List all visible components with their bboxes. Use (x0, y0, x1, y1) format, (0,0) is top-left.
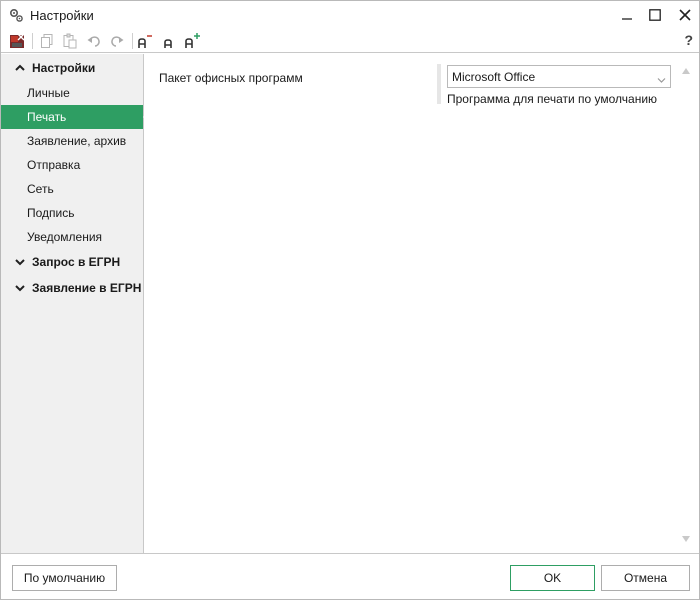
office-suite-select[interactable]: Microsoft Office (447, 65, 671, 88)
sidebar-item-label: Уведомления (27, 230, 103, 244)
font-increase-button[interactable] (182, 30, 204, 52)
field-hint: Программа для печати по умолчанию (447, 92, 658, 106)
paste-icon (63, 33, 77, 49)
settings-sidebar: Настройки Личные Печать Заявление, архив… (1, 54, 150, 553)
nav-group-label: Запрос в ЕГРН (32, 255, 121, 269)
sidebar-item-print[interactable]: Печать (1, 105, 150, 129)
undo-button[interactable] (83, 30, 105, 52)
exit-doc-icon (10, 33, 25, 48)
redo-button[interactable] (106, 30, 128, 52)
font-increase-icon (185, 33, 200, 48)
nav-group-label: Настройки (32, 61, 96, 75)
chevron-up-icon (14, 62, 26, 74)
ok-button[interactable]: OK (510, 565, 595, 591)
redo-icon (111, 36, 124, 47)
settings-window: Настройки ? Настройки Личные Печать Заяв… (0, 0, 700, 600)
chevron-down-icon (14, 256, 26, 268)
scroll-up-icon[interactable] (681, 64, 691, 78)
nav-group-settings[interactable]: Настройки (1, 55, 143, 81)
scroll-down-icon[interactable] (681, 532, 691, 546)
nav-group-egrn-request[interactable]: Запрос в ЕГРН (1, 249, 143, 275)
sidebar-item-label: Сеть (27, 182, 54, 196)
font-decrease-icon (138, 35, 152, 48)
office-suite-label: Пакет офисных программ (159, 71, 303, 85)
sidebar-item-label: Заявление, архив (27, 134, 127, 148)
sidebar-item-notifications[interactable]: Уведомления (1, 225, 143, 249)
settings-content: Пакет офисных программ Microsoft Office … (145, 54, 699, 553)
sidebar-item-label: Подпись (27, 206, 75, 220)
font-default-icon (164, 39, 172, 48)
nav-group-label: Заявление в ЕГРН (32, 281, 142, 295)
undo-icon (87, 36, 100, 47)
select-value: Microsoft Office (452, 69, 536, 84)
toolbar: ? (1, 29, 699, 53)
sidebar-item-label: Отправка (27, 158, 81, 172)
minimize-icon (622, 18, 632, 20)
title-bar: Настройки (1, 1, 699, 29)
dialog-footer: По умолчанию OK Отмена (1, 553, 699, 599)
sidebar-item-label: Печать (27, 110, 67, 124)
sidebar-item-personal[interactable]: Личные (1, 81, 143, 105)
sidebar-item-network[interactable]: Сеть (1, 177, 143, 201)
copy-button[interactable] (36, 30, 58, 52)
chevron-down-icon (657, 73, 666, 87)
sidebar-item-sending[interactable]: Отправка (1, 153, 143, 177)
copy-icon (41, 34, 53, 48)
gears-icon (9, 8, 24, 23)
chevron-down-icon (14, 282, 26, 294)
close-button[interactable] (667, 1, 700, 29)
sidebar-item-application-archive[interactable]: Заявление, архив (1, 129, 143, 153)
nav-group-egrn-application[interactable]: Заявление в ЕГРН (1, 275, 143, 301)
font-default-button[interactable] (158, 30, 180, 52)
sidebar-item-signature[interactable]: Подпись (1, 201, 143, 225)
help-button[interactable]: ? (684, 32, 693, 48)
exit-doc-button[interactable] (6, 30, 28, 52)
paste-button[interactable] (59, 30, 81, 52)
font-decrease-button[interactable] (135, 30, 157, 52)
field-marker (437, 64, 441, 104)
cancel-button[interactable]: Отмена (601, 565, 690, 591)
sidebar-item-label: Личные (27, 86, 70, 100)
window-title: Настройки (30, 8, 94, 23)
maximize-icon (649, 9, 661, 21)
reset-defaults-button[interactable]: По умолчанию (12, 565, 117, 591)
close-icon (679, 9, 691, 21)
